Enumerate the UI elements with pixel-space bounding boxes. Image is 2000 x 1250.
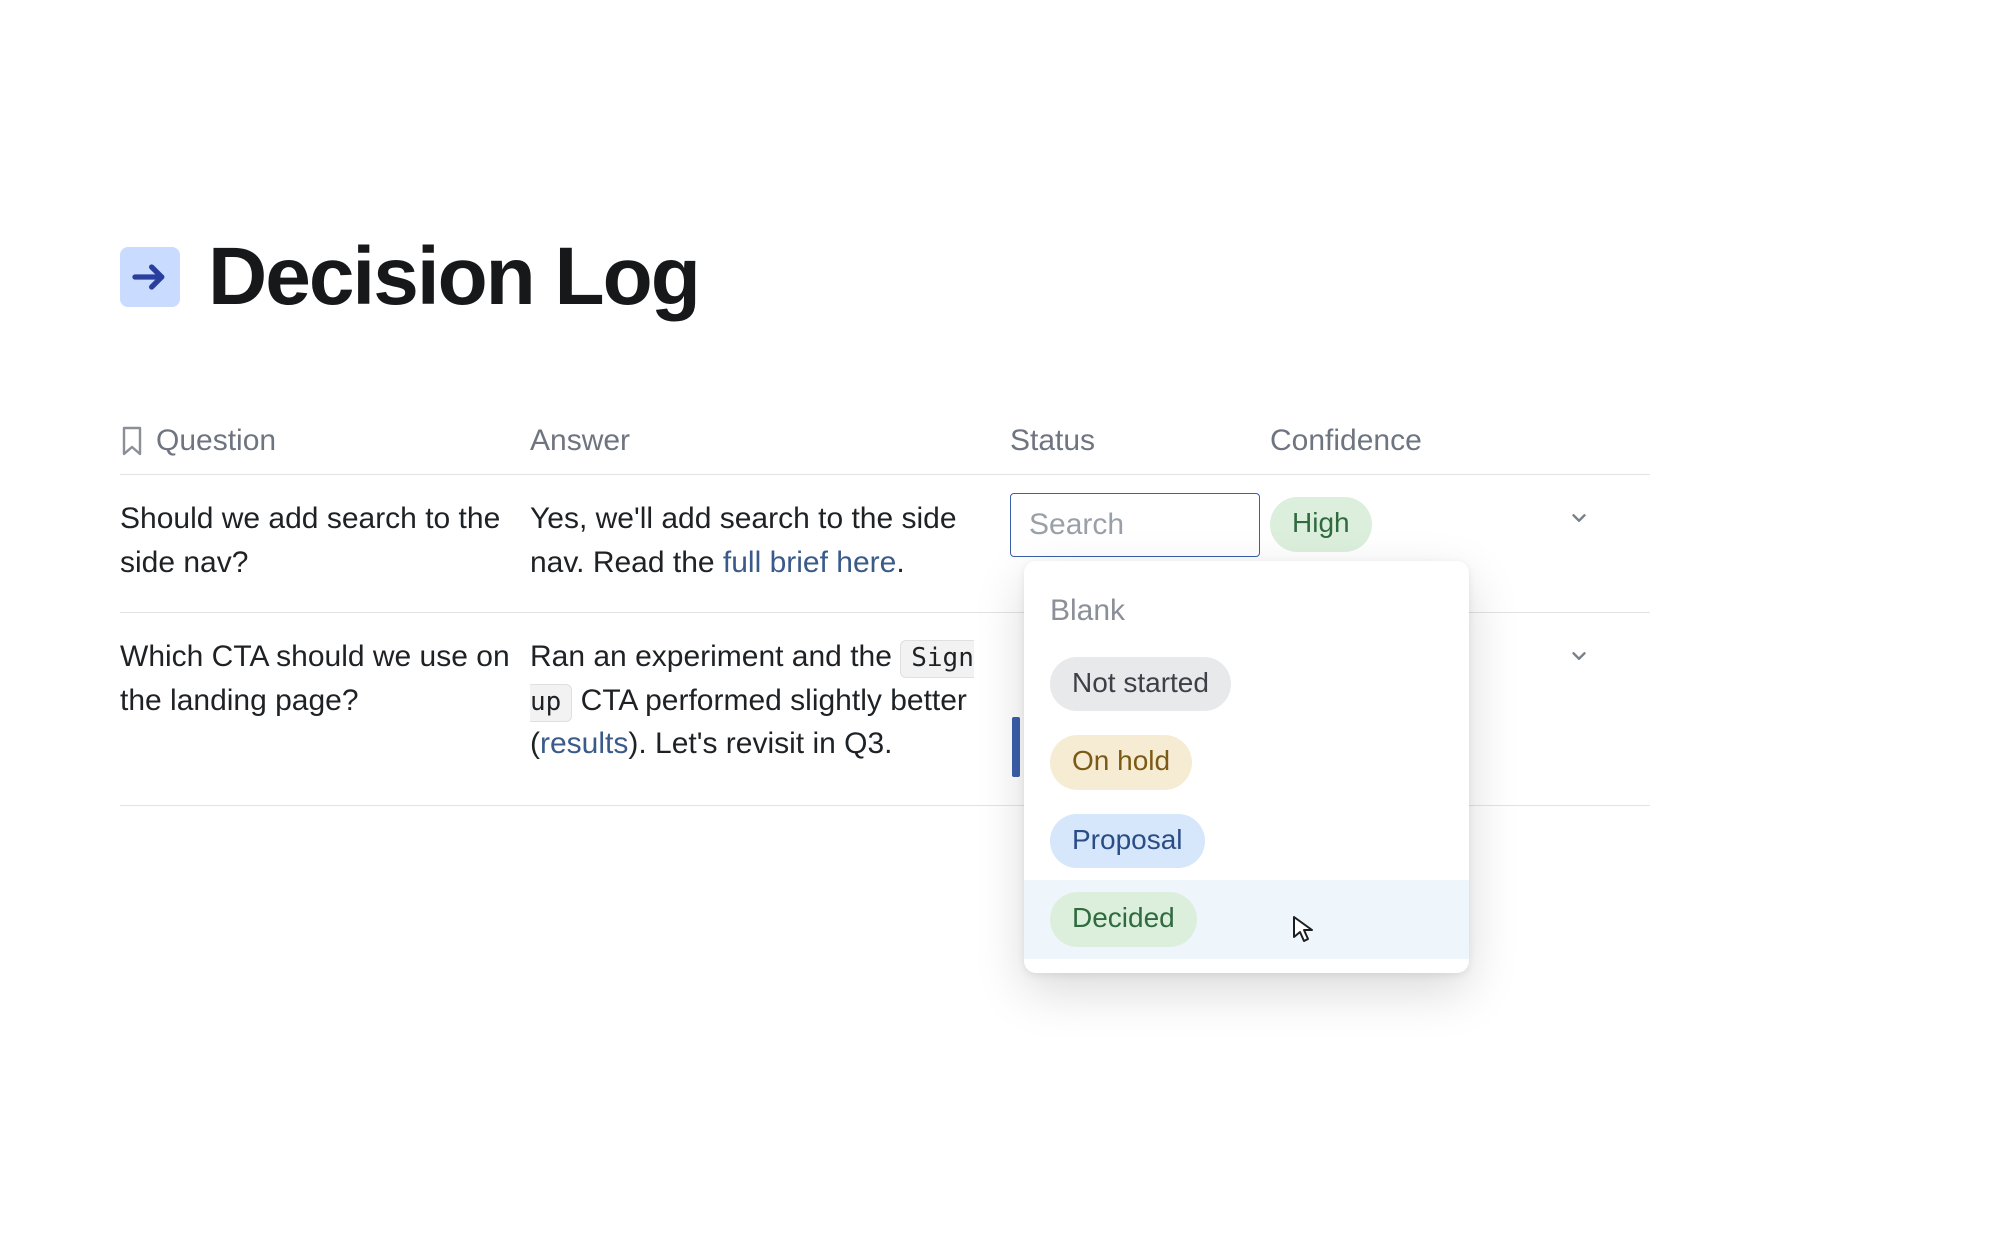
chevron-down-icon[interactable]	[1568, 507, 1590, 533]
status-dropdown: Blank Not started On hold Proposal Decid…	[1024, 561, 1469, 973]
arrow-right-icon	[120, 247, 180, 307]
column-header-label: Answer	[530, 424, 630, 457]
status-pill: On hold	[1050, 735, 1192, 790]
status-option-label: Blank	[1050, 589, 1125, 633]
answer-text: ). Let's revisit in Q3.	[628, 727, 892, 760]
question-text: Which CTA should we use on the landing p…	[120, 640, 510, 717]
answer-cell[interactable]: Ran an experiment and the Sign up CTA pe…	[530, 613, 1010, 794]
question-cell[interactable]: Which CTA should we use on the landing p…	[120, 613, 530, 750]
status-pill: Not started	[1050, 657, 1231, 712]
chevron-down-icon[interactable]	[1568, 645, 1590, 671]
column-header-confidence[interactable]: Confidence	[1270, 414, 1610, 474]
question-text: Should we add search to the side nav?	[120, 502, 500, 579]
status-search-input[interactable]	[1027, 507, 1243, 543]
status-option-on-hold[interactable]: On hold	[1024, 723, 1469, 802]
answer-text: Ran an experiment and the	[530, 640, 900, 673]
answer-cell[interactable]: Yes, we'll add search to the side nav. R…	[530, 475, 1010, 612]
column-header-label: Question	[156, 424, 276, 458]
status-option-proposal[interactable]: Proposal	[1024, 802, 1469, 881]
status-option-decided[interactable]: Decided	[1024, 880, 1469, 959]
status-insert-caret	[1012, 717, 1020, 777]
answer-text: .	[896, 546, 904, 579]
page-header: Decision Log	[120, 230, 2000, 324]
column-header-label: Confidence	[1270, 424, 1422, 458]
status-pill: Decided	[1050, 892, 1197, 947]
status-option-not-started[interactable]: Not started	[1024, 645, 1469, 724]
table-row: Should we add search to the side nav? Ye…	[120, 475, 1650, 613]
answer-link[interactable]: full brief here	[723, 546, 896, 579]
cursor-icon	[1291, 915, 1319, 945]
status-cell[interactable]: Blank Not started On hold Proposal Decid…	[1010, 475, 1270, 585]
column-header-status[interactable]: Status	[1010, 414, 1270, 474]
bookmark-icon	[120, 426, 146, 456]
column-header-question[interactable]: Question	[120, 414, 530, 474]
column-header-answer[interactable]: Answer	[530, 414, 1010, 474]
decision-table: Question Answer Status Confidence Should…	[120, 414, 1650, 806]
column-header-label: Status	[1010, 424, 1095, 457]
status-search-input-wrapper[interactable]	[1010, 493, 1260, 557]
status-pill: Proposal	[1050, 814, 1205, 869]
table-header-row: Question Answer Status Confidence	[120, 414, 1650, 475]
status-option-blank[interactable]: Blank	[1024, 577, 1469, 645]
question-cell[interactable]: Should we add search to the side nav?	[120, 475, 530, 612]
confidence-pill: High	[1270, 497, 1372, 552]
answer-link[interactable]: results	[540, 727, 628, 760]
page-title: Decision Log	[208, 230, 699, 324]
